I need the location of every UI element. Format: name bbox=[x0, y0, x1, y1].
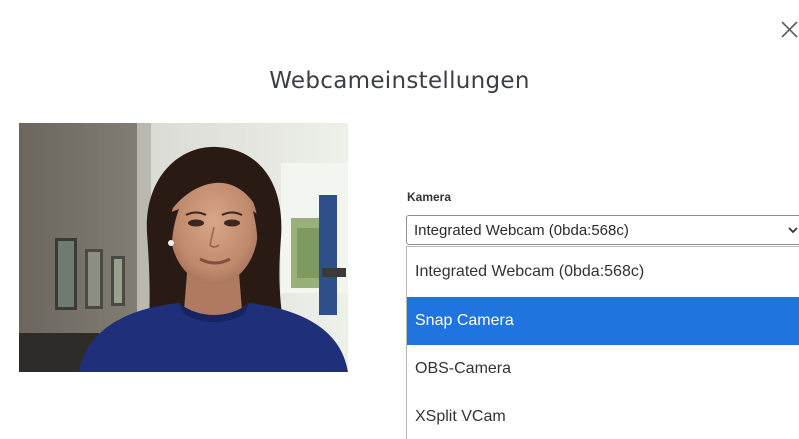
camera-option-obs-camera[interactable]: OBS-Camera bbox=[407, 345, 799, 393]
camera-option-integrated-webcam[interactable]: Integrated Webcam (0bda:568c) bbox=[407, 247, 799, 297]
webcam-preview bbox=[19, 123, 348, 372]
close-button[interactable] bbox=[780, 18, 799, 40]
dialog-title: Webcameinstellungen bbox=[269, 68, 530, 94]
camera-option-snap-camera[interactable]: Snap Camera bbox=[407, 297, 799, 345]
close-icon bbox=[781, 21, 798, 38]
webcam-settings-dialog: Webcameinstellungen Kamera Integrated We… bbox=[0, 0, 799, 439]
camera-select[interactable]: Integrated Webcam (0bda:568c) bbox=[406, 215, 799, 245]
camera-label: Kamera bbox=[407, 190, 452, 204]
camera-select-value: Integrated Webcam (0bda:568c) bbox=[414, 222, 629, 239]
chevron-down-icon bbox=[788, 227, 798, 234]
camera-dropdown-list: Integrated Webcam (0bda:568c) Snap Camer… bbox=[406, 246, 799, 439]
camera-option-xsplit-vcam[interactable]: XSplit VCam bbox=[407, 393, 799, 439]
